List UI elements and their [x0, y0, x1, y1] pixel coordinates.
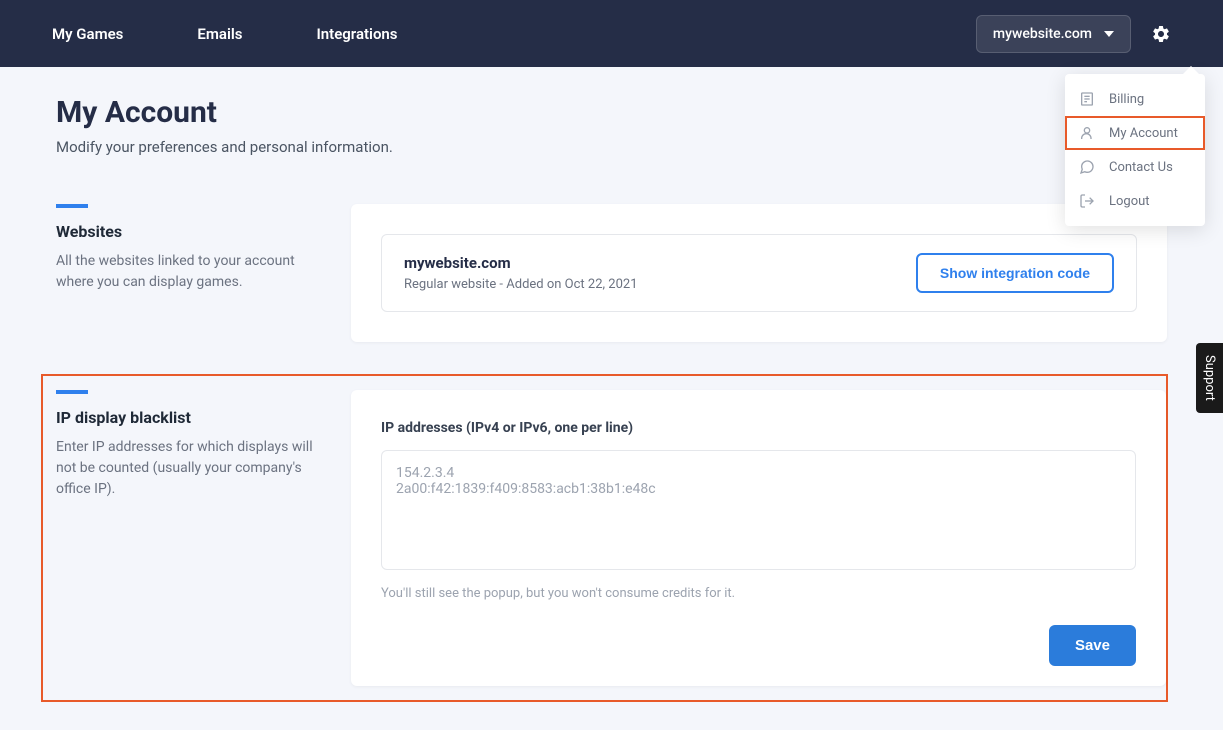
support-tab[interactable]: Support	[1196, 343, 1223, 413]
ip-textarea[interactable]	[381, 450, 1136, 570]
gear-icon[interactable]	[1151, 24, 1171, 44]
show-integration-button[interactable]: Show integration code	[916, 253, 1114, 293]
websites-desc: All the websites linked to your account …	[56, 251, 321, 293]
dropdown-contact-us[interactable]: Contact Us	[1065, 150, 1205, 184]
ip-section-highlighted: IP display blacklist Enter IP addresses …	[41, 374, 1168, 702]
user-icon	[1079, 125, 1095, 141]
websites-panel: mywebsite.com Regular website - Added on…	[351, 204, 1167, 342]
chevron-down-icon	[1104, 31, 1114, 37]
ip-desc: Enter IP addresses for which displays wi…	[56, 437, 321, 500]
website-card: mywebsite.com Regular website - Added on…	[381, 234, 1137, 312]
dropdown-label: Billing	[1109, 92, 1144, 107]
websites-title: Websites	[56, 222, 321, 241]
settings-dropdown: Billing My Account Contact Us Logout	[1065, 74, 1205, 226]
page-subtitle: Modify your preferences and personal inf…	[56, 138, 1167, 156]
ip-field-label: IP addresses (IPv4 or IPv6, one per line…	[381, 420, 1136, 436]
header-right: mywebsite.com	[976, 15, 1171, 53]
chat-icon	[1079, 159, 1095, 175]
nav-links: My Games Emails Integrations	[52, 25, 398, 43]
website-name: mywebsite.com	[404, 254, 638, 272]
ip-title: IP display blacklist	[56, 408, 321, 427]
websites-section-left: Websites All the websites linked to your…	[56, 204, 321, 342]
dropdown-my-account[interactable]: My Account	[1065, 116, 1205, 150]
header: My Games Emails Integrations mywebsite.c…	[0, 0, 1223, 67]
ip-section: IP display blacklist Enter IP addresses …	[56, 390, 1166, 686]
site-selector[interactable]: mywebsite.com	[976, 15, 1131, 53]
website-card-info: mywebsite.com Regular website - Added on…	[404, 254, 638, 292]
page-content: My Account Modify your preferences and p…	[0, 67, 1223, 730]
nav-my-games[interactable]: My Games	[52, 25, 123, 43]
websites-section: Websites All the websites linked to your…	[56, 204, 1167, 342]
billing-icon	[1079, 91, 1095, 107]
nav-emails[interactable]: Emails	[197, 25, 242, 43]
dropdown-label: Logout	[1109, 194, 1150, 209]
dropdown-billing[interactable]: Billing	[1065, 82, 1205, 116]
ip-section-left: IP display blacklist Enter IP addresses …	[56, 390, 321, 686]
site-selector-label: mywebsite.com	[993, 26, 1092, 42]
website-meta: Regular website - Added on Oct 22, 2021	[404, 277, 638, 292]
dropdown-label: Contact Us	[1109, 160, 1173, 175]
ip-panel: IP addresses (IPv4 or IPv6, one per line…	[351, 390, 1166, 686]
dropdown-label: My Account	[1109, 126, 1178, 141]
ip-helper-text: You'll still see the popup, but you won'…	[381, 586, 1136, 601]
logout-icon	[1079, 193, 1095, 209]
section-accent	[56, 204, 88, 208]
save-button[interactable]: Save	[1049, 625, 1136, 666]
section-accent	[56, 390, 88, 394]
dropdown-logout[interactable]: Logout	[1065, 184, 1205, 218]
nav-integrations[interactable]: Integrations	[316, 25, 397, 43]
page-title: My Account	[56, 95, 1167, 130]
